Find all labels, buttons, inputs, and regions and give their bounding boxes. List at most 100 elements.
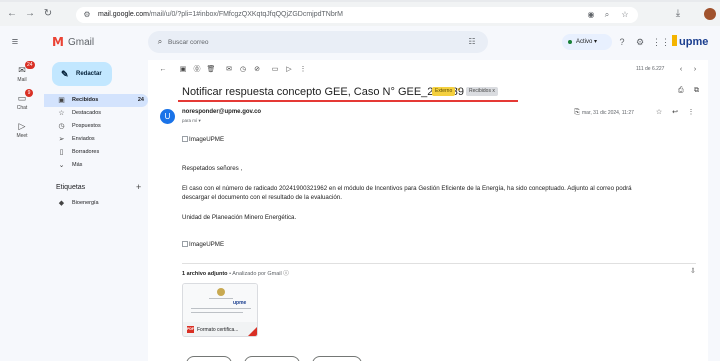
pencil-icon: ✎ — [61, 69, 69, 79]
search-bar: ⌕ ☷ — [148, 31, 488, 53]
nav-label: Más — [72, 162, 83, 168]
rail-badge: 9 — [25, 89, 33, 97]
compose-button[interactable]: ✎ Redactar — [52, 62, 112, 86]
label-as-icon[interactable]: ▷ — [284, 65, 294, 75]
search-options-icon[interactable]: ☷ — [466, 36, 478, 48]
profile-icon[interactable] — [704, 8, 716, 20]
nav-item-starred[interactable]: ☆ Destacados — [44, 107, 148, 120]
attachments-divider — [182, 263, 696, 264]
reply-button[interactable] — [186, 356, 232, 361]
url-text[interactable]: mail.google.com/mail/u/0/?pli=1#inbox/FM… — [98, 10, 343, 20]
attachment-clip-icon: ⎘ — [574, 109, 580, 116]
apps-grid-icon[interactable]: ⋮⋮ — [652, 36, 670, 48]
document-seal — [217, 288, 225, 296]
nav-label: Borradores — [72, 149, 100, 155]
forward-icon[interactable]: → — [24, 8, 36, 20]
reload-icon[interactable]: ↻ — [42, 8, 54, 20]
clock-icon: ◷ — [58, 123, 65, 130]
add-to-drive-icon[interactable]: ⇩ — [690, 267, 696, 275]
nav-item-snoozed[interactable]: ◷ Pospuestos — [44, 120, 148, 133]
search-icon[interactable]: ⌕ — [154, 36, 166, 48]
address-bar[interactable]: ⚙ mail.google.com/mail/u/0/?pli=1#inbox/… — [76, 7, 638, 23]
mark-unread-icon[interactable]: ✉ — [224, 65, 234, 75]
bookmark-star-icon[interactable]: ☆ — [620, 10, 630, 20]
back-icon[interactable]: ← — [6, 8, 18, 20]
label-name: Bioenergía — [72, 200, 99, 206]
status-dot — [568, 40, 572, 44]
nav-item-sent[interactable]: ➢ Enviados — [44, 133, 148, 146]
nav-label: Pospuestos — [72, 123, 101, 129]
lens-icon[interactable]: ◉ — [586, 10, 596, 20]
rail-item-meet[interactable]: ▷ Meet — [4, 120, 40, 144]
message-date: mar, 31 dic 2024, 11:27 — [582, 110, 634, 116]
preview-line — [191, 308, 251, 309]
nav-count: 24 — [137, 97, 144, 103]
broken-image-icon — [182, 241, 188, 247]
attachment-card[interactable]: upme PDF Formato certifica... — [182, 283, 258, 337]
pdf-icon: PDF — [187, 326, 194, 333]
chevron-down-icon: ⌄ — [58, 162, 65, 169]
back-to-inbox-icon[interactable]: ← — [158, 65, 168, 75]
inbox-icon: ▣ — [58, 97, 65, 104]
download-icon[interactable]: ⤓ — [672, 8, 684, 20]
broken-image-upme-footer: ImageUPME — [182, 241, 224, 248]
report-spam-icon[interactable]: ⓪ — [192, 65, 202, 75]
rail-label: Chat — [16, 105, 28, 111]
archive-icon[interactable]: ▣ — [178, 65, 188, 75]
reply-icon[interactable]: ↩ — [670, 108, 680, 118]
rail-item-chat[interactable]: ▭ 9 Chat — [4, 89, 40, 116]
zoom-icon[interactable]: ⌕ — [602, 10, 612, 20]
site-info-icon[interactable]: ⚙ — [82, 10, 92, 20]
newer-icon[interactable]: ‹ — [676, 65, 686, 75]
label-item-bioenergia[interactable]: ◆ Bioenergía — [44, 197, 148, 210]
gmail-header: ≡ M Gmail ⌕ ☷ Activo ▾ ? ⚙ ⋮⋮ upme — [0, 26, 720, 60]
preview-line — [209, 298, 233, 299]
older-icon[interactable]: › — [690, 65, 700, 75]
move-to-icon[interactable]: ▭ — [270, 65, 280, 75]
inbox-label-chip[interactable]: Recibidos x — [466, 87, 498, 96]
message-signature: Unidad de Planeación Minero Energética. — [182, 214, 297, 221]
attachments-header: 1 archivo adjunto • Analizado por Gmail … — [182, 271, 289, 277]
nav-panel: ✎ Redactar ▣ Recibidos 24 ☆ Destacados ◷ … — [44, 60, 148, 361]
message-subject: Notificar respuesta concepto GEE, Caso N… — [182, 86, 464, 98]
app-rail: ✉ 24 Mail ▭ 9 Chat ▷ Meet — [0, 60, 44, 361]
search-input[interactable] — [168, 36, 428, 48]
importance-marker-icon[interactable]: » — [457, 87, 460, 93]
nav-item-inbox[interactable]: ▣ Recibidos 24 — [44, 94, 148, 107]
rail-item-mail[interactable]: ✉ 24 Mail — [4, 61, 40, 88]
add-label-icon[interactable]: + — [136, 182, 141, 192]
sender-avatar[interactable]: U — [160, 109, 175, 124]
message-more-icon[interactable]: ⋮ — [686, 108, 696, 118]
sender-address[interactable]: noresponder@upme.gov.co — [182, 109, 261, 115]
forward-button[interactable] — [312, 356, 362, 361]
delete-icon[interactable]: 🗑 — [206, 65, 216, 75]
snooze-icon[interactable]: ◷ — [238, 65, 248, 75]
nav-label: Destacados — [72, 110, 102, 116]
star-icon[interactable]: ☆ — [654, 108, 664, 118]
send-icon: ➢ — [58, 136, 65, 143]
print-icon[interactable]: ⎙ — [678, 87, 684, 95]
open-new-window-icon[interactable]: ⧉ — [694, 87, 699, 95]
status-selector[interactable]: Activo ▾ — [562, 34, 612, 50]
org-logo-mark — [672, 35, 677, 46]
add-task-icon[interactable]: ⊘ — [252, 65, 262, 75]
recipient-details[interactable]: para mí ▾ — [182, 118, 201, 124]
gmail-logo[interactable]: M — [52, 36, 66, 48]
nav-item-more[interactable]: ⌄ Más — [44, 159, 148, 172]
meet-icon: ▷ — [18, 121, 26, 131]
reply-all-button[interactable] — [244, 356, 300, 361]
settings-icon[interactable]: ⚙ — [634, 36, 646, 48]
gmail-wordmark[interactable]: Gmail — [68, 37, 94, 49]
more-actions-icon[interactable]: ⋮ — [298, 65, 308, 75]
message-greeting: Respetados señores , — [182, 165, 243, 172]
help-icon[interactable]: ? — [616, 36, 628, 48]
nav-item-drafts[interactable]: ▯ Borradores — [44, 146, 148, 159]
labels-heading: Etiquetas — [56, 184, 86, 191]
rail-label: Mail — [17, 77, 27, 83]
label-icon: ◆ — [58, 200, 65, 207]
org-logo[interactable]: upme — [672, 34, 714, 50]
external-tag: Externo — [432, 87, 456, 96]
rail-badge: 24 — [25, 61, 35, 69]
message-body-line-2: descargar el documento con el resultado … — [182, 194, 342, 201]
main-menu-icon[interactable]: ≡ — [8, 35, 22, 49]
